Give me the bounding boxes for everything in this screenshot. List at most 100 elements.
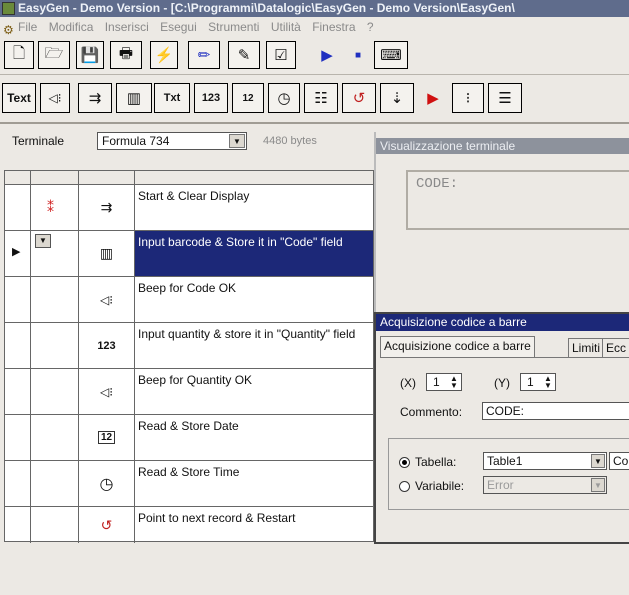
step-description: Input quantity & store it in "Quantity" … bbox=[138, 327, 356, 341]
table-row[interactable]: ◁⁝ Beep for Code OK bbox=[5, 277, 373, 323]
numeric-input-button[interactable]: 123 bbox=[194, 83, 228, 113]
variable-value: Error bbox=[487, 478, 514, 492]
print-icon: 🖶 bbox=[118, 44, 134, 62]
new-file-icon: 🗋 bbox=[12, 44, 26, 62]
chevron-down-icon[interactable]: ▼ bbox=[229, 134, 245, 148]
menu-help[interactable]: ? bbox=[367, 20, 374, 34]
table-extra-field[interactable]: Co bbox=[609, 452, 629, 470]
menu-file[interactable]: File bbox=[18, 20, 37, 34]
tab-panel: (X) 1 ▲ ▼ (Y) 1 ▲ ▼ Commento: CODE: Tabell… bbox=[380, 357, 629, 541]
run-icon: ▶ bbox=[427, 90, 439, 107]
terminal-row: Terminale Formula 734 ▼ 4480 bytes bbox=[0, 124, 374, 156]
table-row[interactable]: 12 Read & Store Date bbox=[5, 415, 373, 461]
variable-select[interactable]: Error ▼ bbox=[483, 476, 607, 494]
barcode-properties-dialog: Acquisizione codice a barre Acquisizione… bbox=[374, 312, 629, 544]
text-input-button[interactable]: Txt bbox=[154, 83, 190, 113]
barcode-icon: ▥ bbox=[126, 90, 142, 107]
step-description: Read & Store Date bbox=[138, 419, 239, 433]
print-button[interactable]: 🖶 bbox=[110, 41, 142, 69]
panel-title: Visualizzazione terminale bbox=[376, 138, 629, 154]
edit-doc-icon: ✎ bbox=[237, 47, 251, 64]
table-row[interactable]: ⁑ ⇉ Start & Clear Display bbox=[5, 185, 373, 231]
table-value: Table1 bbox=[487, 454, 523, 468]
save-button[interactable]: 💾 bbox=[76, 41, 104, 69]
text-button[interactable]: Text bbox=[2, 83, 36, 113]
table-row[interactable]: 123 Input quantity & store it in "Quanti… bbox=[5, 323, 373, 369]
terminal-screen: CODE: bbox=[406, 170, 629, 230]
bytes-counter: 4480 bytes bbox=[263, 135, 317, 147]
new-file-button[interactable]: 🗋 bbox=[4, 41, 34, 69]
tab-acquisizione[interactable]: Acquisizione codice a barre bbox=[380, 336, 535, 358]
beep-icon: ◁⁝ bbox=[48, 91, 62, 105]
app-icon[interactable] bbox=[2, 2, 15, 15]
table-row[interactable]: ▶ ▼ ▥ Input barcode & Store it in "Code"… bbox=[5, 231, 373, 277]
comment-field[interactable]: CODE: bbox=[482, 402, 629, 420]
x-spinner[interactable]: 1 ▲ ▼ bbox=[426, 373, 462, 391]
terminal-select[interactable]: Formula 734 ▼ bbox=[97, 132, 247, 150]
tab-ecc[interactable]: Ecc bbox=[602, 338, 629, 358]
spin-arrows-icon[interactable]: ▲ ▼ bbox=[542, 375, 554, 390]
menu-strumenti[interactable]: Strumenti bbox=[208, 20, 259, 34]
table-radio[interactable] bbox=[399, 457, 410, 468]
clock-icon: ◷ bbox=[99, 475, 114, 493]
step-description: Beep for Quantity OK bbox=[138, 373, 253, 387]
edit-icon: ✏ bbox=[197, 47, 211, 64]
stop-icon: ■ bbox=[354, 49, 362, 61]
clear-display-icon: ⇉ bbox=[88, 90, 102, 107]
time-button[interactable]: ◷ bbox=[268, 83, 300, 113]
terminal-display-panel: Visualizzazione terminale CODE: bbox=[374, 132, 629, 312]
variable-radio[interactable] bbox=[399, 481, 410, 492]
checklist-button[interactable]: ☰ bbox=[488, 83, 522, 113]
date-button[interactable]: 12 bbox=[232, 83, 264, 113]
program-steps-grid: ⁑ ⇉ Start & Clear Display ▶ ▼ ▥ Input ba… bbox=[4, 170, 374, 543]
run-button[interactable]: ▶ bbox=[418, 83, 448, 113]
main-toolbar: 🗋 🗁 💾 🖶 ⚡ ✏ ✎ ☑ ▶ ■ ⌨ bbox=[0, 37, 629, 75]
open-folder-icon: 🗁 bbox=[44, 44, 64, 62]
sort-button[interactable]: ⁝ bbox=[452, 83, 484, 113]
spin-arrows-icon[interactable]: ▲ ▼ bbox=[448, 375, 460, 390]
menu-esegui[interactable]: Esegui bbox=[160, 20, 197, 34]
chevron-down-icon[interactable]: ▼ bbox=[35, 234, 51, 248]
sort-icon: ⁝ bbox=[465, 90, 471, 107]
menu-modifica[interactable]: Modifica bbox=[49, 20, 94, 34]
table-row[interactable]: ◷ Read & Store Time bbox=[5, 461, 373, 507]
beep-button[interactable]: ◁⁝ bbox=[40, 83, 70, 113]
y-spinner[interactable]: 1 ▲ ▼ bbox=[520, 373, 556, 391]
terminal-button[interactable]: ⌨ bbox=[374, 41, 408, 69]
table-select[interactable]: Table1 ▼ bbox=[483, 452, 607, 470]
chevron-down-icon[interactable]: ▼ bbox=[591, 478, 605, 492]
save-icon: 💾 bbox=[80, 47, 100, 64]
edit-doc-button[interactable]: ✎ bbox=[228, 41, 260, 69]
tab-limiti[interactable]: Limiti bbox=[568, 338, 605, 358]
check-doc-button[interactable]: ☑ bbox=[266, 41, 296, 69]
table-row[interactable]: ◁⁝ Beep for Quantity OK bbox=[5, 369, 373, 415]
table-label: Tabella: bbox=[415, 455, 457, 469]
menu-finestra[interactable]: Finestra bbox=[312, 20, 355, 34]
open-button[interactable]: 🗁 bbox=[38, 41, 70, 69]
table-row[interactable]: ↺ Point to next record & Restart bbox=[5, 507, 373, 543]
menu-utilita[interactable]: Utilità bbox=[271, 20, 301, 34]
loop-icon: ↺ bbox=[352, 90, 366, 107]
source-group: Tabella: Table1 ▼ Co Variabile: Error ▼ bbox=[388, 438, 629, 510]
stop-button[interactable]: ■ bbox=[344, 41, 372, 69]
download-button[interactable]: ⇣ bbox=[380, 83, 414, 113]
text-icon: Text bbox=[7, 91, 31, 105]
clock-icon: ◷ bbox=[277, 90, 291, 107]
grid-header bbox=[5, 171, 373, 185]
step-description: Start & Clear Display bbox=[138, 189, 250, 203]
compile-button[interactable]: ⚡ bbox=[150, 41, 178, 69]
list-button[interactable]: ☷ bbox=[304, 83, 338, 113]
step-description: Beep for Code OK bbox=[138, 281, 237, 295]
tab-strip: Acquisizione codice a barre Limiti Ecc bbox=[378, 336, 629, 358]
barcode-button[interactable]: ▥ bbox=[116, 83, 152, 113]
menu-bar: ⚙ File Modifica Inserisci Esegui Strumen… bbox=[0, 17, 629, 37]
play-button[interactable]: ▶ bbox=[312, 41, 342, 69]
edit-button[interactable]: ✏ bbox=[188, 41, 220, 69]
y-label: (Y) bbox=[494, 376, 510, 390]
chevron-down-icon[interactable]: ▼ bbox=[591, 454, 605, 468]
menu-inserisci[interactable]: Inserisci bbox=[105, 20, 149, 34]
loop-button[interactable]: ↺ bbox=[342, 83, 376, 113]
y-value: 1 bbox=[527, 375, 534, 389]
step-toolbar: Text ◁⁝ ⇉ ▥ Txt 123 12 ◷ ☷ ↺ ⇣ ▶ ⁝ ☰ bbox=[0, 75, 629, 124]
clear-display-button[interactable]: ⇉ bbox=[78, 83, 112, 113]
